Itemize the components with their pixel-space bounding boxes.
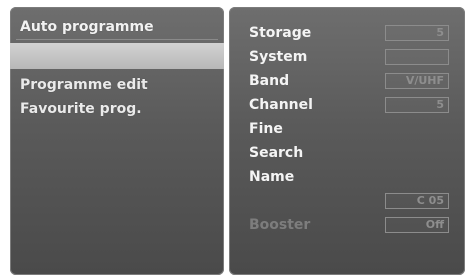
- setting-row-name-value[interactable]: C 05: [229, 189, 465, 213]
- band-value-field[interactable]: V/UHF: [385, 73, 449, 89]
- channel-value-field[interactable]: 5: [385, 97, 449, 113]
- menu-item-highlighted[interactable]: [10, 43, 224, 69]
- menu-list-panel: Auto programme Programme edit Favourite …: [10, 7, 224, 275]
- menu-item-auto-programme[interactable]: Auto programme: [10, 15, 224, 39]
- menu-item-favourite-prog[interactable]: Favourite prog.: [10, 97, 224, 121]
- system-value-field[interactable]: [385, 49, 449, 65]
- setting-row-system[interactable]: System: [229, 45, 465, 69]
- setting-label: Fine: [249, 121, 283, 137]
- setting-row-search[interactable]: Search: [229, 141, 465, 165]
- setting-label: Search: [249, 145, 304, 161]
- setting-row-storage[interactable]: Storage 5: [229, 21, 465, 45]
- setting-row-fine[interactable]: Fine: [229, 117, 465, 141]
- setting-label: Booster: [249, 217, 311, 233]
- setting-row-channel[interactable]: Channel 5: [229, 93, 465, 117]
- setting-label: Storage: [249, 25, 312, 41]
- menu-divider: [16, 39, 218, 40]
- booster-value-field: Off: [385, 217, 449, 233]
- settings-panel: Storage 5 System Band V/UHF Channel 5 Fi…: [229, 7, 465, 275]
- tv-osd-screen: Auto programme Programme edit Favourite …: [0, 0, 470, 279]
- name-value-field[interactable]: C 05: [385, 193, 449, 209]
- setting-row-booster: Booster Off: [229, 213, 465, 237]
- menu-item-programme-edit[interactable]: Programme edit: [10, 73, 224, 97]
- setting-row-band[interactable]: Band V/UHF: [229, 69, 465, 93]
- setting-label: Channel: [249, 97, 313, 113]
- setting-row-name[interactable]: Name: [229, 165, 465, 189]
- setting-label: Name: [249, 169, 295, 185]
- setting-label: System: [249, 49, 308, 65]
- setting-label: Band: [249, 73, 290, 89]
- storage-value-field[interactable]: 5: [385, 25, 449, 41]
